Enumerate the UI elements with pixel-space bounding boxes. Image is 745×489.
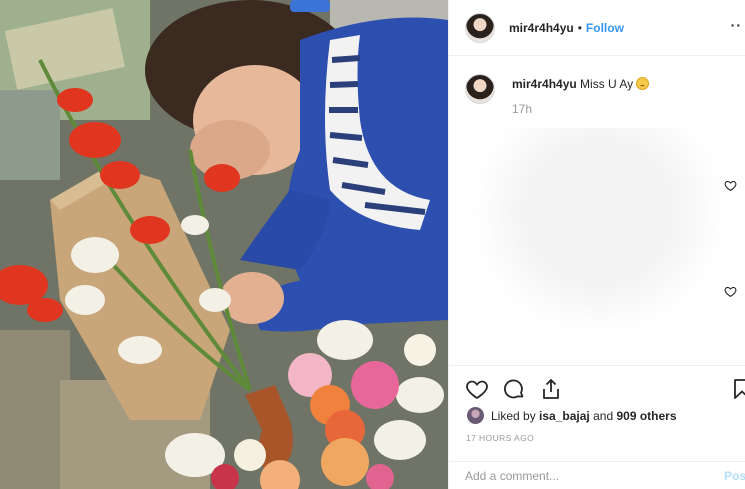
add-comment-input[interactable] <box>465 469 695 483</box>
comment-time: 17h <box>512 102 533 116</box>
header-separator: • <box>577 20 582 35</box>
sad-face-emoji-icon <box>636 77 650 90</box>
reply-like-heart-icon[interactable] <box>724 285 737 298</box>
liked-by-count[interactable]: 909 others <box>616 409 676 423</box>
share-icon[interactable] <box>539 377 563 401</box>
comment-bubble-icon[interactable] <box>502 377 526 401</box>
comment-text: Miss U Ay <box>580 77 634 91</box>
follow-button[interactable]: Follow <box>586 21 624 35</box>
more-options-icon[interactable]: ·· <box>731 17 742 33</box>
comment-composer: Pos <box>449 461 745 489</box>
comment-body: mir4r4h4yu Miss U Ay 17h <box>512 77 650 116</box>
header-username[interactable]: mir4r4h4yu <box>509 21 574 35</box>
post-actions: Liked by isa_bajaj and 909 others 17 HOU… <box>449 365 745 489</box>
post-photo-illustration <box>0 0 448 489</box>
likes-summary: Liked by isa_bajaj and 909 others <box>467 407 677 424</box>
post-side-panel: mir4r4h4yu • Follow ·· mir4r4h4yu Miss U… <box>448 0 745 489</box>
save-button[interactable] <box>730 377 745 406</box>
background-watermark <box>469 128 729 338</box>
comment-username[interactable]: mir4r4h4yu <box>512 77 577 91</box>
caption-comment: mir4r4h4yu Miss U Ay 17h <box>465 74 650 116</box>
liked-by-prefix: Liked by <box>491 408 536 423</box>
post-timestamp[interactable]: 17 HOURS AGO <box>466 433 534 443</box>
comment-line: mir4r4h4yu Miss U Ay <box>512 77 650 91</box>
heart-icon[interactable] <box>465 377 489 401</box>
post-photo[interactable] <box>0 0 448 489</box>
comment-like-heart-icon[interactable] <box>724 179 737 192</box>
post-comment-button[interactable]: Pos <box>724 469 745 483</box>
post-header: mir4r4h4yu • Follow ·· <box>449 0 745 56</box>
profile-avatar[interactable] <box>465 12 495 43</box>
action-icons <box>465 377 563 401</box>
liked-by-user[interactable]: isa_bajaj <box>539 409 590 423</box>
liked-by-middle: and <box>593 408 614 423</box>
bookmark-icon[interactable] <box>730 377 745 401</box>
comment-avatar[interactable] <box>465 74 495 104</box>
liker-avatar[interactable] <box>467 407 484 424</box>
